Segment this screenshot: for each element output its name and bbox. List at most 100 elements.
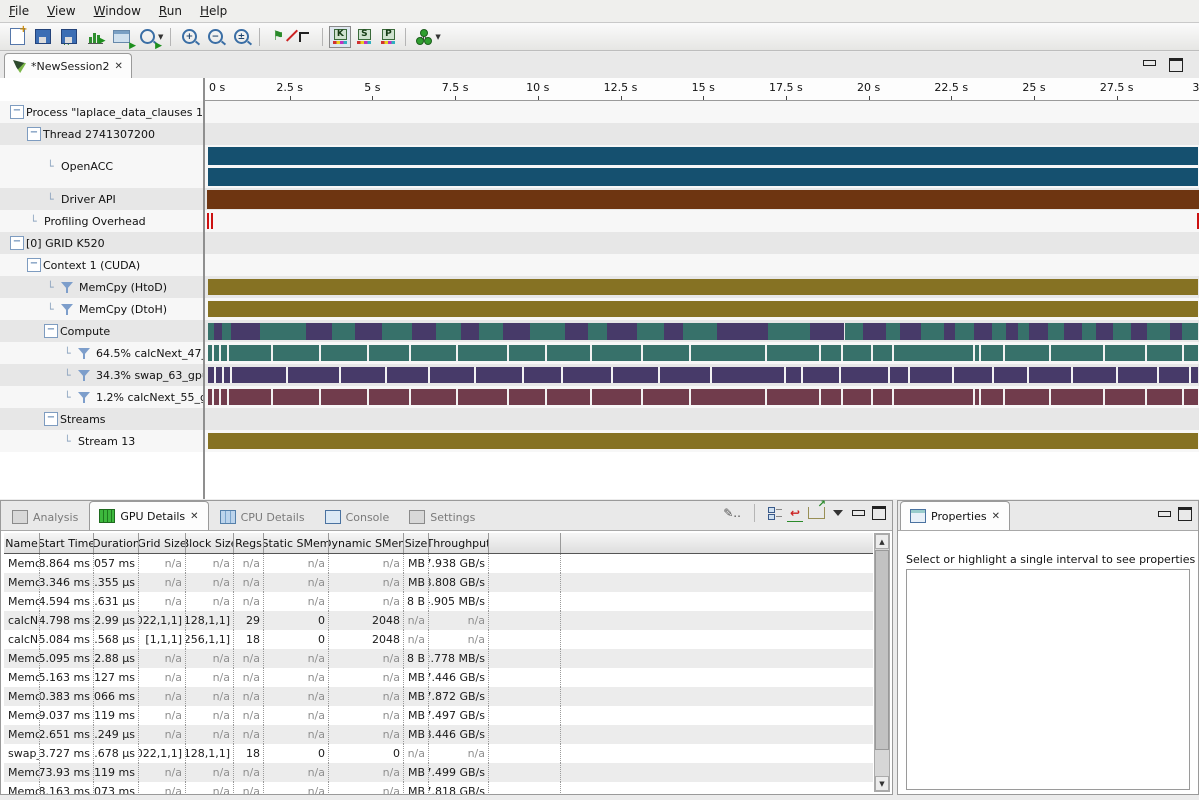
session-close-icon[interactable]: ✕ — [114, 61, 122, 72]
timeline-track[interactable] — [207, 123, 1199, 145]
table-row[interactable]: Memcpy169.037 ms1.119 msn/an/an/an/an/a9… — [4, 706, 873, 725]
timeline-track[interactable] — [207, 364, 1199, 386]
reset-marker-icon[interactable] — [292, 26, 316, 48]
select-columns-icon[interactable] — [768, 507, 782, 520]
column-header-regs[interactable]: Regs — [234, 533, 264, 553]
timeline-row-label[interactable]: −Context 1 (CUDA) — [0, 254, 203, 276]
timeline-track[interactable] — [207, 276, 1199, 298]
analysis-tree-icon[interactable] — [412, 26, 436, 48]
timeline-row-label[interactable]: └1.2% calcNext_55_g... — [0, 386, 203, 408]
flag-filter-icon[interactable]: ⚑ — [266, 26, 290, 48]
autoscale-icon[interactable]: ↩ — [790, 506, 800, 520]
column-header-static-smem[interactable]: Static SMem — [264, 533, 329, 553]
menu-view[interactable]: View — [38, 1, 84, 21]
kernel-color-icon[interactable]: K — [329, 26, 351, 48]
zoom-out-icon[interactable]: − — [203, 26, 227, 48]
column-header-dynamic-smem[interactable]: Dynamic SMem — [329, 533, 404, 553]
tab-close-icon[interactable]: ✕ — [190, 511, 198, 522]
timeline-row-label[interactable]: −Streams — [0, 408, 203, 430]
timeline-row-label[interactable]: └Profiling Overhead — [0, 210, 203, 232]
timeline-track[interactable] — [207, 408, 1199, 430]
timeline-row-label[interactable]: −Thread 2741307200 — [0, 123, 203, 145]
timeline-row-label[interactable]: └Stream 13 — [0, 430, 203, 452]
menu-window[interactable]: Window — [85, 1, 150, 21]
table-row[interactable]: swap_6173.727 ms50.678 µs[1022,1,1][128,… — [4, 744, 873, 763]
process-color-icon[interactable]: P — [377, 26, 399, 48]
table-row[interactable]: Memcpy155.095 ms2.88 µsn/an/an/an/an/a8 … — [4, 649, 873, 668]
timeline-row-label[interactable]: −[0] GRID K520 — [0, 232, 203, 254]
session-tab[interactable]: *NewSession2 ✕ — [4, 53, 132, 79]
timeline-track[interactable] — [207, 298, 1199, 320]
details-minimize-icon[interactable] — [851, 508, 864, 519]
table-row[interactable]: Memcpy153.346 ms62.355 µsn/an/an/an/an/a… — [4, 573, 873, 592]
tab-console[interactable]: Console — [316, 504, 399, 530]
scroll-up-icon[interactable]: ▲ — [875, 534, 889, 549]
tab-cpu-details[interactable]: CPU Details — [211, 504, 314, 530]
table-row[interactable]: Memcpy160.383 ms1.066 msn/an/an/an/an/a9… — [4, 687, 873, 706]
export-details-icon[interactable] — [808, 507, 825, 519]
tree-timeline-splitter[interactable] — [203, 78, 205, 499]
table-row[interactable]: calcNe155.084 ms5.568 µs[1,1,1][256,1,1]… — [4, 630, 873, 649]
column-header-duration[interactable]: Duration — [94, 533, 139, 553]
timeline-track[interactable] — [207, 320, 1199, 342]
timeline-maximize-icon[interactable] — [1169, 58, 1183, 72]
scroll-down-icon[interactable]: ▼ — [875, 776, 889, 791]
table-vertical-scrollbar[interactable]: ▲ ▼ — [874, 533, 890, 792]
timeline-row-label[interactable]: └MemCpy (DtoH) — [0, 298, 203, 320]
timeline-track[interactable] — [207, 430, 1199, 452]
timeline-track[interactable] — [207, 386, 1199, 408]
collapse-minus-icon[interactable]: − — [44, 412, 58, 426]
filter-funnel-icon[interactable] — [61, 303, 74, 315]
properties-close-icon[interactable]: ✕ — [992, 511, 1000, 522]
timeline-row-label[interactable]: −Process "laplace_data_clauses 10... — [0, 101, 203, 123]
timeline-track[interactable] — [207, 210, 1199, 232]
timeline-row-label[interactable]: └Driver API — [0, 188, 203, 210]
tab-properties[interactable]: Properties ✕ — [900, 501, 1010, 530]
collapse-minus-icon[interactable]: − — [10, 105, 24, 119]
zoom-session-icon[interactable]: ▶ — [135, 26, 159, 48]
tab-gpu-details[interactable]: GPU Details✕ — [89, 501, 208, 530]
timeline-row-label[interactable]: └OpenACC — [0, 145, 203, 188]
column-header-throughput[interactable]: Throughput — [429, 533, 489, 553]
filter-funnel-icon[interactable] — [78, 347, 91, 359]
scrollbar-thumb[interactable] — [875, 550, 889, 750]
collapse-minus-icon[interactable]: − — [27, 258, 41, 272]
column-header-grid-size[interactable]: Grid Size — [139, 533, 186, 553]
table-row[interactable]: Memcpy178.163 ms1.073 msn/an/an/an/an/a9… — [4, 782, 873, 794]
table-row[interactable]: Memcpy172.651 ms93.249 µsn/an/an/an/an/a… — [4, 725, 873, 744]
timeline-ruler[interactable]: 0 s2.5 s5 s7.5 s10 s12.5 s15 s17.5 s20 s… — [204, 78, 1199, 102]
table-row[interactable]: calcNe154.798 ms282.99 µs[1022,1,1][128,… — [4, 611, 873, 630]
timeline-track[interactable] — [207, 188, 1199, 210]
timeline-track[interactable] — [207, 232, 1199, 254]
timeline-row-label[interactable]: −Compute — [0, 320, 203, 342]
properties-minimize-icon[interactable] — [1157, 509, 1170, 520]
tab-analysis[interactable]: Analysis — [3, 504, 87, 530]
menu-help[interactable]: Help — [191, 1, 236, 21]
column-header-start-time[interactable]: Start Time — [40, 533, 94, 553]
save-icon[interactable] — [31, 26, 55, 48]
column-header-size[interactable]: Size — [404, 533, 429, 553]
save-all-icon[interactable]: .. — [57, 26, 81, 48]
collapse-minus-icon[interactable]: − — [10, 236, 24, 250]
table-row[interactable]: Memcpy154.594 ms1.631 µsn/an/an/an/an/a8… — [4, 592, 873, 611]
collapse-minus-icon[interactable]: − — [44, 324, 58, 338]
column-header-name[interactable]: Name — [4, 533, 40, 553]
tab-settings[interactable]: Settings — [400, 504, 484, 530]
properties-maximize-icon[interactable] — [1178, 507, 1192, 521]
table-row[interactable]: Memcpy155.163 ms1.127 msn/an/an/an/an/a9… — [4, 668, 873, 687]
timeline-row-label[interactable]: └34.3% swap_63_gpu — [0, 364, 203, 386]
details-maximize-icon[interactable] — [872, 506, 886, 520]
column-header-empty[interactable] — [489, 533, 561, 553]
table-row[interactable]: Memcpy173.93 ms1.119 msn/an/an/an/an/a9 … — [4, 763, 873, 782]
table-row[interactable]: Memcpy148.864 ms1.057 msn/an/an/an/an/a9… — [4, 554, 873, 573]
zoom-in-icon[interactable]: + — [177, 26, 201, 48]
timeline-minimize-icon[interactable] — [1142, 58, 1155, 69]
export-window-icon[interactable]: ▶ — [109, 26, 133, 48]
timeline-track[interactable] — [207, 101, 1199, 123]
view-menu-dropdown-icon[interactable] — [833, 510, 843, 516]
new-session-icon[interactable]: + — [5, 26, 29, 48]
timeline-track[interactable] — [207, 342, 1199, 364]
collapse-minus-icon[interactable]: − — [27, 127, 41, 141]
timeline-row-label[interactable]: └MemCpy (HtoD) — [0, 276, 203, 298]
zoom-fit-icon[interactable]: ± — [229, 26, 253, 48]
